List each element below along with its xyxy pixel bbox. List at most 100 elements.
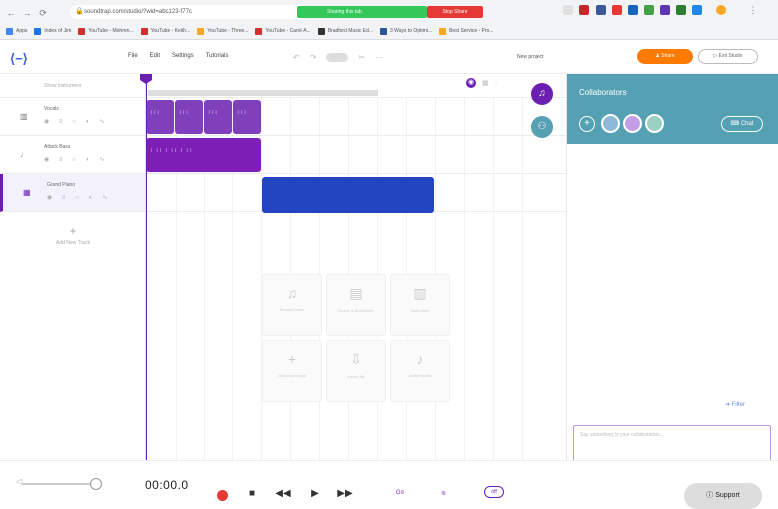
volume-knob[interactable] (90, 478, 102, 490)
bookmark-icon (34, 27, 42, 35)
quick-start-tile[interactable]: ▥ Instrument (390, 274, 450, 336)
stop-button[interactable]: ■ (243, 485, 261, 503)
track-grand-piano[interactable]: ▦ Grand Piano ◉ ≡ ∩ ◐ ∿ (0, 174, 145, 212)
transport-bar: ◁ 00:00.0 ■ ◀◀ ▶ ▶▶ G≡ ≋ off ⓘ Support (0, 460, 778, 509)
avatar[interactable] (645, 114, 664, 133)
share-button[interactable]: ♟ Share (637, 49, 693, 64)
loop-region[interactable] (148, 90, 378, 96)
back-icon[interactable]: ← (6, 8, 16, 18)
edit-tools: ↶ ↷ ✂ ⋯ (293, 53, 383, 62)
undo-icon[interactable]: ↶ (293, 53, 300, 62)
chat-button[interactable]: ⌨ Chat (721, 116, 763, 132)
quick-start-grid: ♫ Browse loops ▤ Drums & Beatmaker ▥ Instrume… (262, 274, 450, 402)
redo-icon[interactable]: ↷ (310, 53, 317, 62)
avatar[interactable] (601, 114, 620, 133)
extension-icon[interactable] (612, 5, 622, 15)
menu-edit[interactable]: Edit (150, 53, 160, 59)
stop-share-button[interactable]: Stop Share (427, 6, 483, 18)
piano-clip[interactable] (262, 177, 434, 213)
quick-start-tile[interactable]: + Add voice track (262, 340, 322, 402)
record-button[interactable] (217, 490, 228, 501)
bookmark-item[interactable]: Bradford Music Ed... (317, 27, 373, 35)
track-controls[interactable]: ◉ ≡ ∩ ◐ ∿ (44, 118, 108, 125)
forward-icon[interactable]: → (22, 8, 32, 18)
quick-start-tile[interactable]: ▤ Drums & Beatmaker (326, 274, 386, 336)
track-name[interactable]: Vocals (44, 106, 59, 112)
menu-tutorials[interactable]: Tutorials (206, 53, 229, 59)
bookmark-item[interactable]: YouTube - Mohren... (78, 27, 134, 35)
track-controls[interactable]: ◉ ≡ ∩ ◐ ∿ (44, 156, 108, 163)
bookmark-icon (197, 27, 205, 35)
message-input[interactable]: Say something to your collaborators... (573, 425, 771, 465)
browser-nav: ← → ⟳ (6, 4, 48, 22)
audio-clip[interactable]: ⌇⌇⌇ (175, 100, 203, 134)
bookmarks-bar: Apps Index of Jim YouTube - Mohren... YouTu… (6, 24, 494, 38)
extension-icon[interactable] (628, 5, 638, 15)
timeline-ruler[interactable] (146, 74, 566, 98)
grid-icon[interactable]: ▦ (482, 79, 489, 87)
extension-icon[interactable] (596, 5, 606, 15)
fast-forward-button[interactable]: ▶▶ (336, 485, 354, 503)
play-button[interactable]: ▶ (306, 485, 324, 503)
bookmark-item[interactable]: 3 Ways to Optimi... (380, 27, 432, 35)
track-name[interactable]: Attack Bass (44, 144, 70, 150)
metronome-toggle[interactable]: off (484, 486, 504, 498)
bookmark-item[interactable]: Index of Jim (34, 27, 71, 35)
reload-icon[interactable]: ⟳ (38, 8, 48, 18)
bookmark-item[interactable]: Best Service - Pro... (439, 27, 494, 35)
bookmark-icon (317, 27, 325, 35)
timeline[interactable]: ⌇⌇⌇ ⌇⌇⌇ ⌇⌇⌇ ⌇⌇⌇ ⌇ ⌇⌇ ⌇ ⌇⌇ ⌇ ⌇⌇ ♫ Browse l… (140, 74, 566, 464)
support-button[interactable]: ⓘ Support (684, 483, 762, 509)
track-controls[interactable]: ◉ ≡ ∩ ◐ ∿ (47, 194, 111, 201)
track-name[interactable]: Grand Piano (47, 182, 75, 188)
track-attack-bass[interactable]: ♩ Attack Bass ◉ ≡ ∩ ◐ ∿ (0, 136, 145, 174)
more-icon[interactable]: ⋯ (375, 53, 383, 62)
profile-avatar[interactable] (716, 5, 726, 15)
extension-icon[interactable] (644, 5, 654, 15)
playhead[interactable] (140, 74, 152, 460)
avatar[interactable] (623, 114, 642, 133)
quick-start-tile[interactable]: ⇩ Import file (326, 340, 386, 402)
quick-start-tile[interactable]: ♪ Invite friends (390, 340, 450, 402)
bass-clip[interactable]: ⌇ ⌇⌇ ⌇ ⌇⌇ ⌇ ⌇⌇ (146, 138, 261, 172)
bookmark-item[interactable]: YouTube - Three... (197, 27, 248, 35)
snap-icon[interactable]: ◉ (466, 78, 476, 88)
lock-icon: 🔒 (75, 8, 84, 15)
extension-icon[interactable] (676, 5, 686, 15)
collaborators-icon[interactable]: ⚇ (531, 116, 553, 138)
exit-studio-button[interactable]: ▷ Exit Studio (698, 49, 758, 64)
filter-button[interactable]: ➜ Filter (725, 401, 745, 408)
audio-clip[interactable]: ⌇⌇⌇ (146, 100, 174, 134)
bookmark-item[interactable]: YouTube - Keith... (140, 27, 190, 35)
address-bar[interactable]: 🔒 soundtrap.com/studio/?wid=abc123-f77c (70, 5, 310, 19)
add-new-track-button[interactable]: + Add New Track (0, 224, 146, 246)
chrome-menu-icon[interactable]: ⋮ (748, 5, 758, 15)
bookmark-item[interactable]: YouTube - Carol-A... (255, 27, 311, 35)
audio-clip[interactable]: ⌇⌇⌇ (204, 100, 232, 134)
toggle-switch[interactable] (326, 53, 349, 62)
rewind-button[interactable]: ◀◀ (274, 485, 292, 503)
audio-clip[interactable]: ⌇⌇⌇ (233, 100, 261, 134)
main-menu: File Edit Settings Tutorials (128, 53, 229, 59)
extension-icon[interactable] (579, 5, 589, 15)
scissors-icon[interactable]: ✂ (358, 53, 365, 62)
browser-chrome: ← → ⟳ 🔒 soundtrap.com/studio/?wid=abc123… (0, 0, 778, 40)
music-note-icon[interactable]: ♫ (531, 83, 553, 105)
add-collaborator-button[interactable]: + (579, 116, 595, 132)
soundtrap-logo[interactable]: ⟨−⟩ (10, 51, 28, 67)
track-vocals[interactable]: ▥ Vocals ◉ ≡ ∩ ◐ ∿ (0, 98, 145, 136)
show-instrument-toggle[interactable]: Show instrument (0, 74, 145, 98)
tempo-icon[interactable]: ≋ (441, 490, 446, 497)
menu-settings[interactable]: Settings (172, 53, 194, 59)
key-icon[interactable]: G≡ (396, 490, 404, 496)
menu-file[interactable]: File (128, 53, 138, 59)
extension-icon[interactable] (660, 5, 670, 15)
quick-start-tile[interactable]: ♫ Browse loops (262, 274, 322, 336)
project-name[interactable]: New project (517, 54, 543, 60)
bookmark-item[interactable]: Apps (6, 27, 27, 35)
extension-icon[interactable] (563, 5, 573, 15)
url-text: soundtrap.com/studio/?wid=abc123-f77c (84, 9, 192, 15)
loop-icon[interactable]: ◌ (495, 80, 499, 87)
track-list: Show instrument ▥ Vocals ◉ ≡ ∩ ◐ ∿ ♩ Att… (0, 74, 146, 460)
extension-icon[interactable] (692, 5, 702, 15)
